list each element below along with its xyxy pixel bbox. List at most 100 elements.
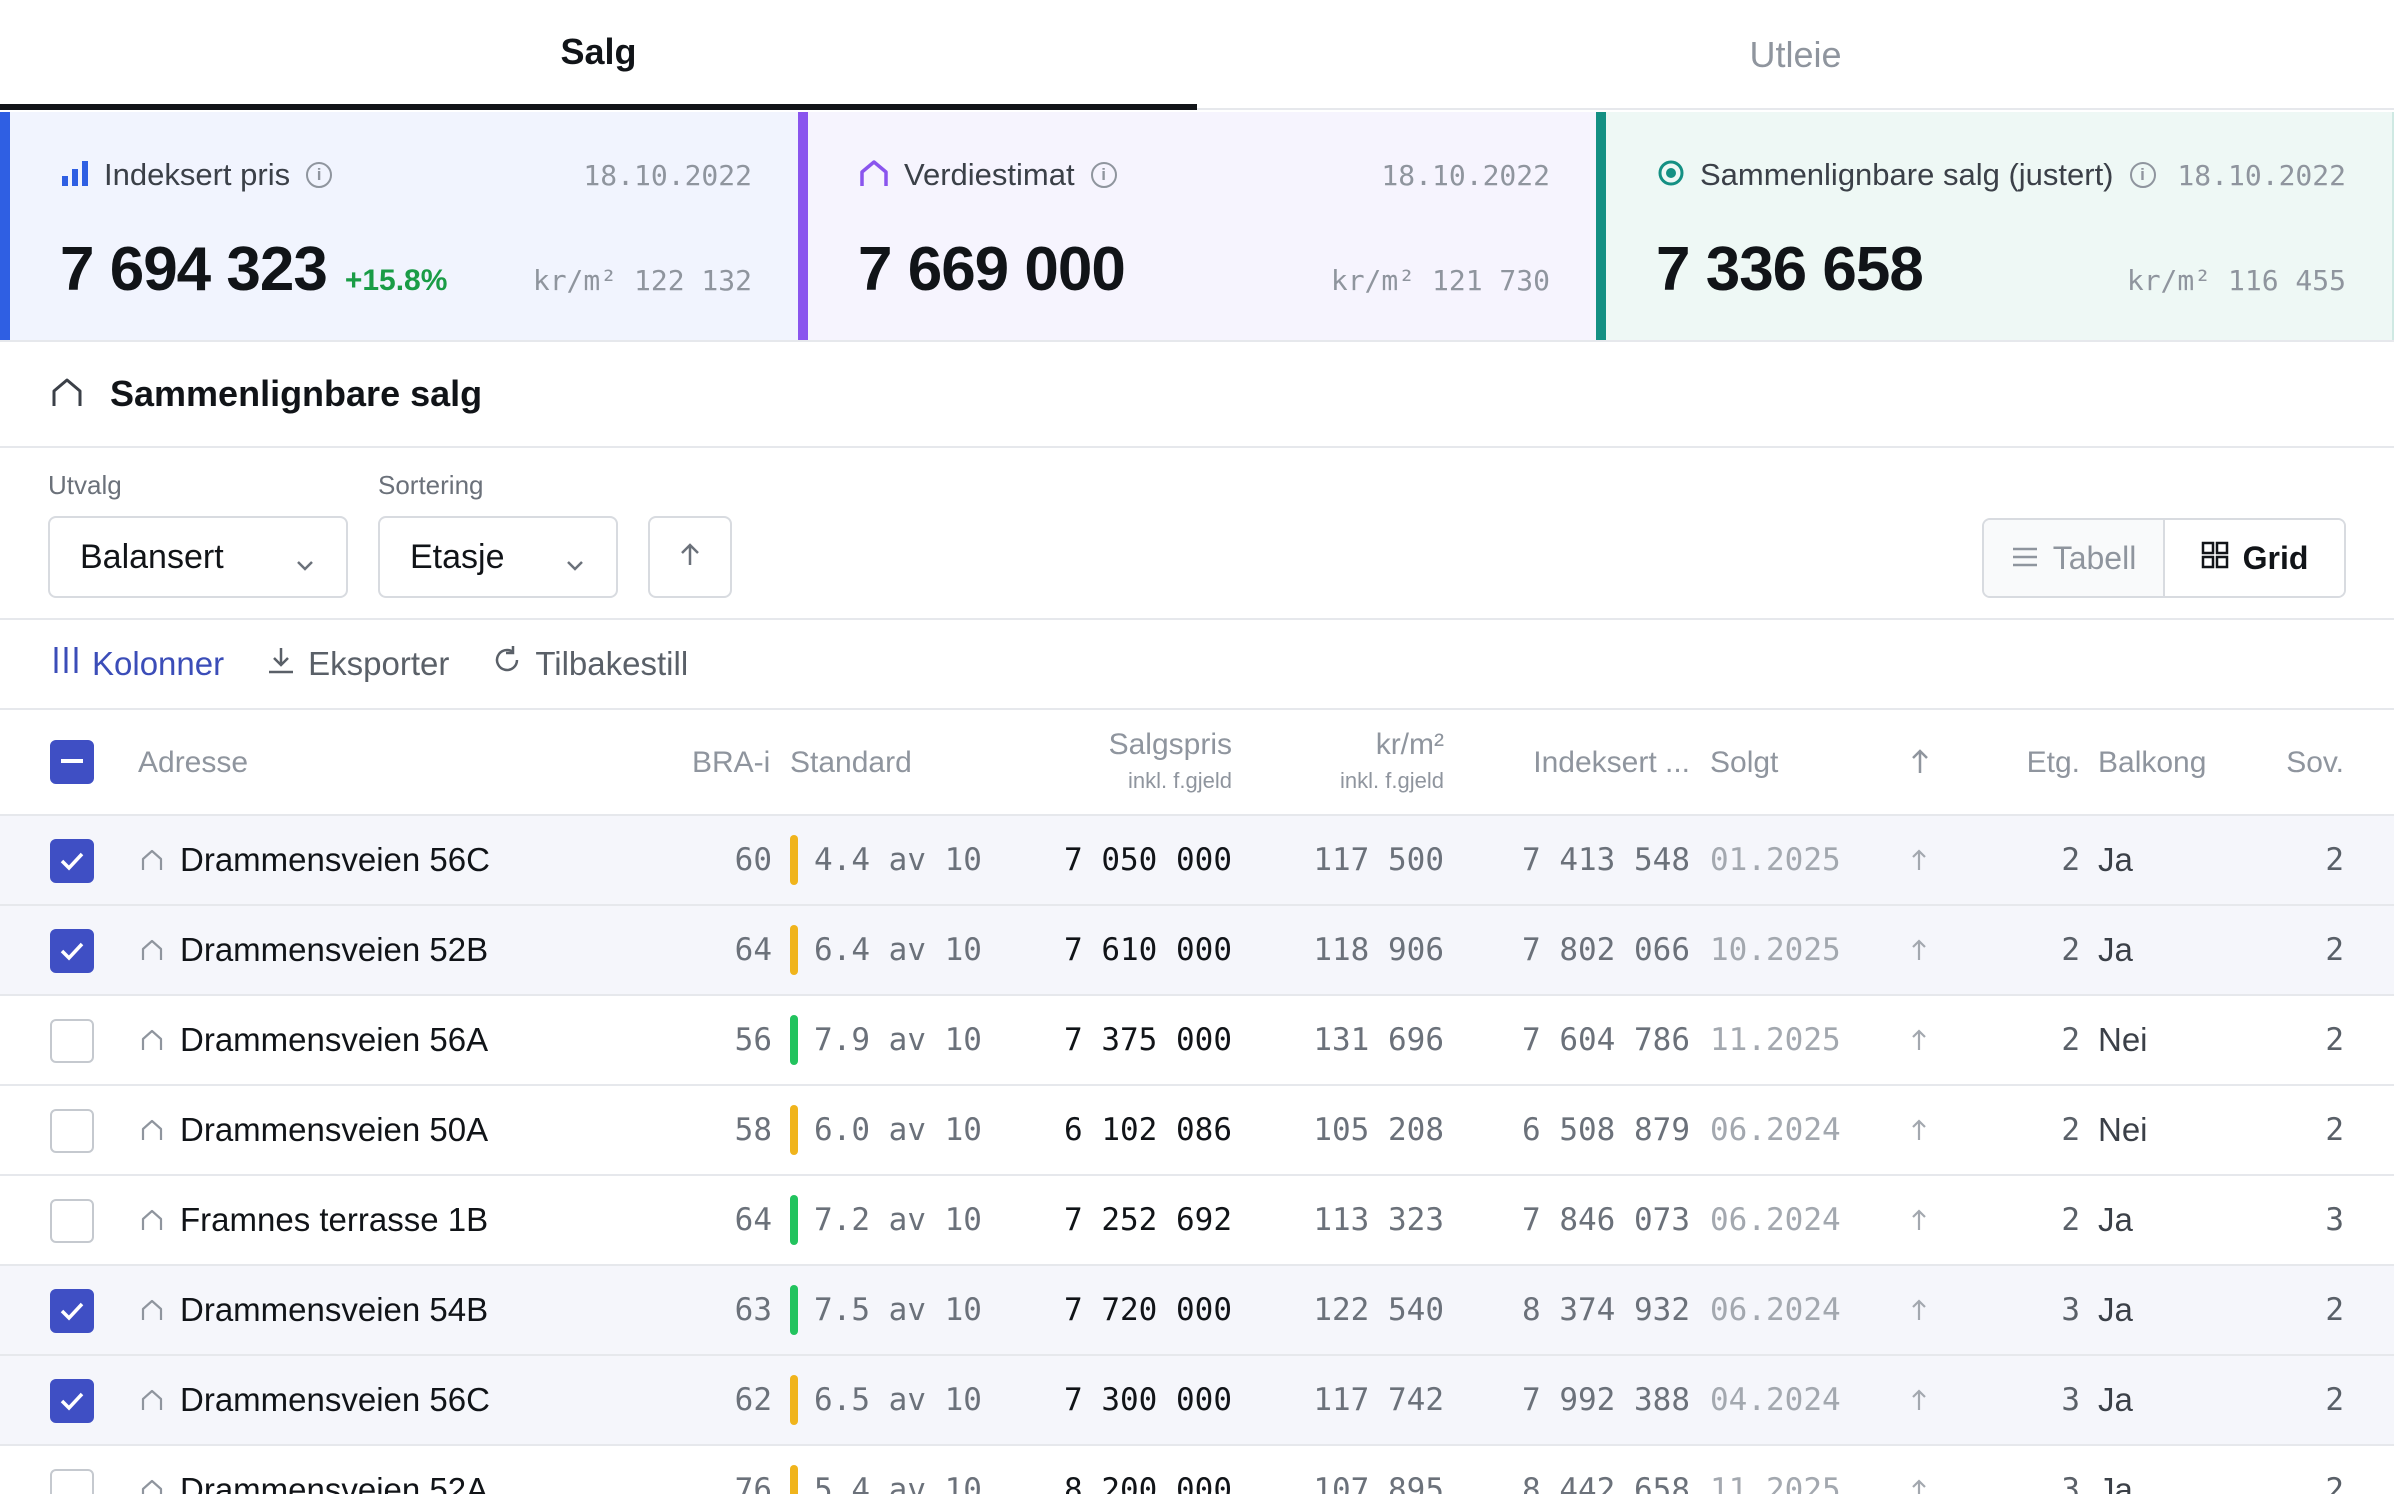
sort-direction-button[interactable] [648, 516, 732, 598]
house-icon [858, 158, 890, 193]
row-price: 7 610 000 [1064, 932, 1232, 968]
row-address[interactable]: Drammensveien 56C [180, 816, 490, 904]
row-indexed-price: 7 413 548 [1522, 842, 1690, 878]
standard-indicator [790, 1195, 798, 1245]
arrow-up-icon [1910, 816, 1928, 904]
export-button[interactable]: Eksporter [266, 645, 449, 683]
card-title: Indeksert pris [104, 157, 291, 192]
row-indexed-price: 7 846 073 [1522, 1202, 1690, 1238]
utvalg-label: Utvalg [48, 470, 122, 500]
row-balcony: Nei [2098, 1111, 2148, 1148]
row-sqm-price: 113 323 [1313, 1202, 1444, 1238]
row-indexed-price: 6 508 879 [1522, 1112, 1690, 1148]
row-address[interactable]: Drammensveien 52B [180, 906, 488, 994]
row-bra: 64 [734, 932, 772, 968]
row-price: 7 720 000 [1064, 1292, 1232, 1328]
view-table-button[interactable]: Tabell [1984, 520, 2165, 596]
row-bedrooms: 3 [2325, 1202, 2344, 1238]
table-row[interactable]: Drammensveien 52A 76 5.4 av 10 8 200 000 107… [0, 1446, 2394, 1494]
row-indexed-price: 8 374 932 [1522, 1292, 1690, 1328]
row-address[interactable]: Framnes terrasse 1B [180, 1176, 488, 1264]
row-standard-text: 6.4 av 10 [814, 932, 982, 968]
header-balcony[interactable]: Balkong [2098, 746, 2206, 780]
row-checkbox[interactable] [50, 1019, 94, 1063]
table-row[interactable]: Drammensveien 52B 64 6.4 av 10 7 610 000 118… [0, 906, 2394, 996]
sort-arrow-up-icon[interactable] [1910, 746, 1930, 784]
table-row[interactable]: Framnes terrasse 1B 64 7.2 av 10 7 252 692 1… [0, 1176, 2394, 1266]
header-bra[interactable]: BRA-i [692, 746, 770, 780]
header-standard[interactable]: Standard [790, 746, 912, 780]
row-standard: 4.4 av 10 [790, 816, 982, 904]
row-standard: 6.4 av 10 [790, 906, 982, 994]
header-sqm[interactable]: kr/m² inkl. f.gjeld [1340, 728, 1444, 794]
row-bra: 64 [734, 1202, 772, 1238]
row-price: 7 300 000 [1064, 1382, 1232, 1418]
reset-button[interactable]: Tilbakestill [491, 644, 688, 684]
row-checkbox[interactable] [50, 1289, 94, 1333]
row-checkbox[interactable] [50, 1469, 94, 1494]
header-indexed[interactable]: Indeksert ... [1533, 746, 1690, 780]
row-checkbox[interactable] [50, 929, 94, 973]
row-checkbox[interactable] [50, 1379, 94, 1423]
sortering-select[interactable]: Etasje [378, 516, 618, 598]
table-row[interactable]: Drammensveien 50A 58 6.0 av 10 6 102 086 105… [0, 1086, 2394, 1176]
row-address[interactable]: Drammensveien 52A [180, 1446, 488, 1494]
header-price[interactable]: Salgspris inkl. f.gjeld [1109, 728, 1232, 794]
info-icon[interactable]: i [306, 162, 333, 188]
table-row[interactable]: Drammensveien 56A 56 7.9 av 10 7 375 000 131… [0, 996, 2394, 1086]
sortering-label: Sortering [378, 470, 484, 500]
table-row[interactable]: Drammensveien 54B 63 7.5 av 10 7 720 000 122… [0, 1266, 2394, 1356]
view-grid-label: Grid [2242, 539, 2309, 576]
row-checkbox[interactable] [50, 1109, 94, 1153]
arrow-up-icon [1910, 996, 1928, 1084]
standard-indicator [790, 1105, 798, 1155]
tab-salg[interactable]: Salg [0, 0, 1197, 110]
refresh-icon [491, 644, 535, 684]
reset-label: Tilbakestill [535, 645, 689, 682]
row-standard-text: 6.5 av 10 [814, 1382, 982, 1418]
row-address[interactable]: Drammensveien 50A [180, 1086, 488, 1174]
row-bra: 76 [734, 1472, 772, 1494]
select-all-checkbox[interactable] [50, 740, 94, 784]
table-row[interactable]: Drammensveien 56C 60 4.4 av 10 7 050 000 117… [0, 816, 2394, 906]
row-standard: 6.0 av 10 [790, 1086, 982, 1174]
info-icon[interactable]: i [1090, 162, 1117, 188]
row-bedrooms: 2 [2325, 1472, 2344, 1494]
utvalg-select[interactable]: Balansert [48, 516, 348, 598]
house-icon [140, 816, 164, 904]
row-address[interactable]: Drammensveien 56C [180, 1356, 490, 1444]
row-floor: 2 [2061, 1022, 2080, 1058]
row-address[interactable]: Drammensveien 56A [180, 996, 488, 1084]
columns-button[interactable]: Kolonner [52, 645, 224, 683]
row-balcony: Ja [2098, 841, 2133, 878]
header-bedrooms[interactable]: Sov. [2286, 746, 2344, 780]
row-price: 7 375 000 [1064, 1022, 1232, 1058]
value-estimate-card: Verdiestimat i 18.10.2022 7 669 000 kr/m… [798, 112, 1596, 340]
row-sqm-price: 105 208 [1313, 1112, 1444, 1148]
card-value: 7 669 000 [858, 235, 1126, 304]
table-row[interactable]: Drammensveien 56C 62 6.5 av 10 7 300 000 117… [0, 1356, 2394, 1446]
row-address[interactable]: Drammensveien 54B [180, 1266, 488, 1354]
row-standard-text: 4.4 av 10 [814, 842, 982, 878]
tab-utleie[interactable]: Utleie [1197, 0, 2394, 110]
header-sold[interactable]: Solgt [1710, 746, 1778, 780]
card-sqm-price: kr/m² 122 132 [532, 264, 752, 297]
row-standard: 7.5 av 10 [790, 1266, 982, 1354]
summary-cards: Indeksert pris i 18.10.2022 7 694 323 +1… [0, 112, 2394, 342]
arrow-up-icon [1910, 1446, 1928, 1494]
info-icon[interactable]: i [2129, 162, 2156, 188]
row-checkbox[interactable] [50, 1199, 94, 1243]
row-floor: 2 [2061, 1112, 2080, 1148]
row-bra: 56 [734, 1022, 772, 1058]
grid-icon [2201, 540, 2243, 577]
row-indexed-price: 7 802 066 [1522, 932, 1690, 968]
standard-indicator [790, 925, 798, 975]
row-sqm-price: 131 696 [1313, 1022, 1444, 1058]
view-grid-button[interactable]: Grid [2165, 520, 2344, 596]
row-sqm-price: 117 742 [1313, 1382, 1444, 1418]
row-checkbox[interactable] [50, 839, 94, 883]
header-address[interactable]: Adresse [138, 746, 248, 780]
section-title: Sammenlignbare salg [110, 373, 483, 414]
row-price: 6 102 086 [1064, 1112, 1232, 1148]
header-floor[interactable]: Etg. [2027, 746, 2080, 780]
